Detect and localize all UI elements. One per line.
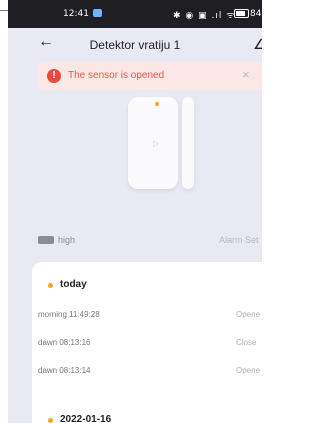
battery-level-icon [38, 236, 54, 244]
history-group-title: 2022-01-16 [60, 414, 112, 423]
history-row: dawn 08:13:14 Opene [38, 366, 262, 382]
alert-text: The sensor is opened [68, 70, 165, 81]
event-status: Close [236, 338, 257, 347]
event-history-panel: today morning 11:49:28 Opene dawn 08:13:… [32, 262, 262, 423]
history-row: morning 11:49:28 Opene [38, 310, 262, 326]
header-bar: ← Detektor vratiju 1 ∠ [8, 28, 262, 62]
door-sensor-image: ▷ [128, 97, 178, 189]
status-time: 12:41 [63, 9, 89, 19]
history-row: dawn 08:13:16 Close [38, 338, 262, 354]
close-icon[interactable]: × [242, 67, 250, 82]
device-info-bar: high Alarm Set [8, 230, 262, 250]
group-marker-dot [48, 283, 53, 288]
page-title: Detektor vratiju 1 [89, 38, 181, 52]
gallery-notification-icon [93, 9, 102, 17]
door-magnet-image [182, 97, 194, 189]
event-status: Opene [236, 366, 261, 375]
battery-percent: 84 [250, 9, 262, 19]
event-time: morning 11:49:28 [38, 310, 100, 319]
sensor-alert-banner: ! The sensor is opened × [38, 62, 262, 90]
battery-level-label: high [58, 235, 76, 245]
event-time: dawn 08:13:16 [38, 338, 91, 347]
status-led [155, 102, 159, 106]
app-screen: 12:41 ✱ ◉ ▣ .ıl ᯤ 84 ← Detektor vratiju … [8, 0, 262, 423]
event-time: dawn 08:13:14 [38, 366, 91, 375]
battery-icon [234, 9, 249, 18]
alert-icon: ! [47, 69, 61, 83]
alarm-settings-link[interactable]: Alarm Set [219, 235, 259, 245]
event-status: Opene [236, 310, 261, 319]
group-marker-dot [48, 418, 53, 423]
history-group-title: today [60, 279, 87, 290]
sensor-logo-mark: ▷ [153, 139, 160, 148]
status-icons: ✱ ◉ ▣ .ıl ᯤ [173, 11, 236, 21]
edit-icon[interactable]: ∠ [253, 36, 262, 53]
status-bar: 12:41 ✱ ◉ ▣ .ıl ᯤ 84 [8, 0, 262, 28]
